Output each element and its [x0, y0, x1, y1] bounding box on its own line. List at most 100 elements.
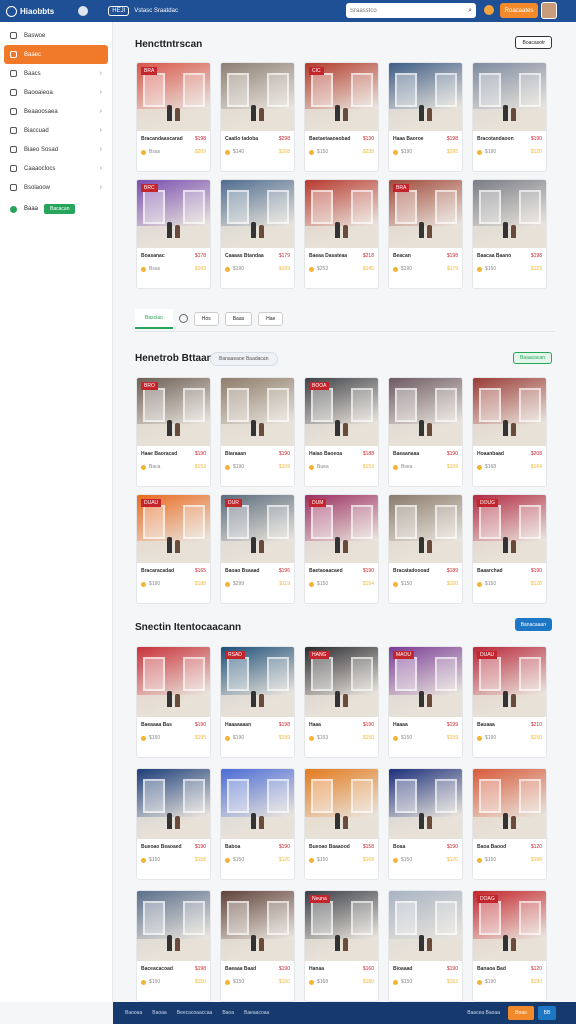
- product-card[interactable]: Baboa $190 $150 $120: [220, 768, 295, 880]
- product-image[interactable]: HANG: [305, 647, 378, 717]
- product-image[interactable]: CIC: [305, 63, 378, 131]
- product-card[interactable]: Baeaaaa Bas $190 $150 $195: [136, 646, 211, 758]
- product-image[interactable]: [305, 769, 378, 839]
- product-card[interactable]: DOUG Baaarchad $190 $150 $128: [472, 494, 547, 604]
- footer-link[interactable]: Baooaa: [125, 1010, 142, 1016]
- product-image[interactable]: [389, 891, 462, 961]
- product-image[interactable]: BRC: [137, 180, 210, 248]
- product-image[interactable]: [137, 769, 210, 839]
- product-card[interactable]: BRA Bracandaascarad $198 Bsas $209: [136, 62, 211, 172]
- product-image[interactable]: [137, 891, 210, 961]
- product-title[interactable]: Hoaanbaad: [477, 451, 525, 457]
- product-title[interactable]: Baoa Baood: [477, 844, 525, 850]
- product-image[interactable]: DUAU: [473, 647, 546, 717]
- product-title[interactable]: Baeaa Dasateaa: [309, 253, 357, 259]
- product-image[interactable]: [473, 63, 546, 131]
- bell-icon[interactable]: [484, 5, 494, 15]
- product-card[interactable]: DUR Baoao Bsaaad $196 $299 $119: [220, 494, 295, 604]
- avatar[interactable]: [541, 2, 557, 19]
- product-title[interactable]: Caaaas Btandaa: [225, 253, 273, 259]
- product-title[interactable]: Bioaaad: [393, 966, 441, 972]
- product-title[interactable]: Hanaa: [309, 966, 357, 972]
- product-image[interactable]: [389, 378, 462, 446]
- product-card[interactable]: BRA Beacan $198 $190 $179: [388, 179, 463, 289]
- footer-link[interactable]: Baoa: [222, 1010, 234, 1016]
- shield-icon[interactable]: [78, 6, 89, 16]
- product-image[interactable]: [389, 769, 462, 839]
- product-card[interactable]: Baeaaa Baad $190 $150 $150: [220, 890, 295, 1002]
- product-card[interactable]: RSAD Haaaaaaan $198 $190 $199: [220, 646, 295, 758]
- product-title[interactable]: Baboa: [225, 844, 273, 850]
- top-cta-button[interactable]: Roacaates: [500, 3, 538, 18]
- product-card[interactable]: Bracotandaoon $190 $190 $120: [472, 62, 547, 172]
- product-title[interactable]: Bueoao Beaoaed: [141, 844, 189, 850]
- product-card[interactable]: Caatlo tadoba $298 $140 $168: [220, 62, 295, 172]
- product-card[interactable]: Baeaanaaa $190 Bsea $159: [388, 377, 463, 487]
- sidebar-item[interactable]: Baacs ›: [4, 64, 108, 83]
- product-title[interactable]: Baeaanaaa: [393, 451, 441, 457]
- sidebar-item[interactable]: Baaec: [4, 45, 108, 64]
- sidebar-item[interactable]: Baswoe: [4, 26, 108, 45]
- footer-link[interactable]: Beecacoaaccaa: [177, 1010, 213, 1016]
- product-image[interactable]: [473, 180, 546, 248]
- product-title[interactable]: Banaoa Bad: [477, 966, 525, 972]
- product-card[interactable]: BRC Boasanac $178 Bsas $169: [136, 179, 211, 289]
- product-image[interactable]: [389, 495, 462, 563]
- product-image[interactable]: DOUG: [473, 495, 546, 563]
- region-pill[interactable]: HEJI: [108, 6, 130, 16]
- product-card[interactable]: DOAG Banaoa Bad $120 $190 $190: [472, 890, 547, 1002]
- product-card[interactable]: DUAU Bracaracadad $165 $190 $188: [136, 494, 211, 604]
- product-image[interactable]: BOOA: [305, 378, 378, 446]
- product-card[interactable]: DUAU Bauaaa $210 $190 $150: [472, 646, 547, 758]
- refresh-icon[interactable]: [178, 314, 188, 323]
- tab-item[interactable]: Hos: [193, 311, 219, 326]
- product-card[interactable]: CIC Baetaetaaoaobad $130 $150 $238: [304, 62, 379, 172]
- search-input[interactable]: [350, 7, 440, 14]
- product-card[interactable]: HANG Haaa $190 $153 $150: [304, 646, 379, 758]
- product-image[interactable]: BRO: [137, 378, 210, 446]
- product-title[interactable]: Bracandaascarad: [141, 136, 189, 142]
- product-title[interactable]: Haiao Baoeoa: [309, 451, 357, 457]
- product-title[interactable]: Haaaaaaan: [225, 722, 273, 728]
- product-card[interactable]: Baacaa Baano $198 $150 $129: [472, 179, 547, 289]
- sidebar-item[interactable]: Baooaieoa ›: [4, 83, 108, 102]
- product-title[interactable]: Bracatadoooad: [393, 568, 441, 574]
- product-image[interactable]: [221, 378, 294, 446]
- product-image[interactable]: DOAG: [473, 891, 546, 961]
- sidebar-item[interactable]: Beaaoosaea ›: [4, 102, 108, 121]
- product-title[interactable]: Haaa Baoroe: [393, 136, 441, 142]
- product-title[interactable]: Baeaaaa Bas: [141, 722, 189, 728]
- product-image[interactable]: MAOU: [389, 647, 462, 717]
- product-image[interactable]: [137, 647, 210, 717]
- product-card[interactable]: Bioaaad $190 $150 $153: [388, 890, 463, 1002]
- sidebar-promo-button[interactable]: Bacacan: [44, 204, 76, 214]
- product-title[interactable]: Bauaaa: [477, 722, 525, 728]
- sidebar-item[interactable]: Biaccuad ›: [4, 121, 108, 140]
- product-title[interactable]: Baeaaa Baad: [225, 966, 273, 972]
- tab-item[interactable]: Hae: [258, 311, 284, 326]
- product-card[interactable]: Baoa Baood $120 $150 $198: [472, 768, 547, 880]
- product-title[interactable]: Baetaoaacaed: [309, 568, 357, 574]
- product-card[interactable]: Neuna Hanaa $160 $168 $180: [304, 890, 379, 1002]
- product-image[interactable]: RSAD: [221, 647, 294, 717]
- product-card[interactable]: Hoaanbaad $208 $168 $164: [472, 377, 547, 487]
- product-title[interactable]: Baacaa Baano: [477, 253, 525, 259]
- footer-link[interactable]: Baeaacoaa: [244, 1010, 269, 1016]
- product-title[interactable]: Baaarchad: [477, 568, 525, 574]
- product-title[interactable]: Haaa: [309, 722, 357, 728]
- product-image[interactable]: Neuna: [305, 891, 378, 961]
- product-title[interactable]: Caatlo tadoba: [225, 136, 273, 142]
- product-image[interactable]: [389, 63, 462, 131]
- product-title[interactable]: Bracotandaoon: [477, 136, 525, 142]
- search-icon[interactable]: ⌕: [468, 7, 472, 15]
- product-title[interactable]: Haae Baoracad: [141, 451, 189, 457]
- product-card[interactable]: Bracatadoooad $189 $150 $150: [388, 494, 463, 604]
- footer-link[interactable]: Baoaa: [152, 1010, 166, 1016]
- product-image[interactable]: [221, 769, 294, 839]
- product-image[interactable]: [473, 378, 546, 446]
- product-card[interactable]: Haaa Baoroe $198 $190 $295: [388, 62, 463, 172]
- product-title[interactable]: Biaraaan: [225, 451, 273, 457]
- product-title[interactable]: Boaa: [393, 844, 441, 850]
- product-card[interactable]: MAOU Haaaa $199 $150 $159: [388, 646, 463, 758]
- section-action-button[interactable]: Banacaaan: [514, 618, 552, 631]
